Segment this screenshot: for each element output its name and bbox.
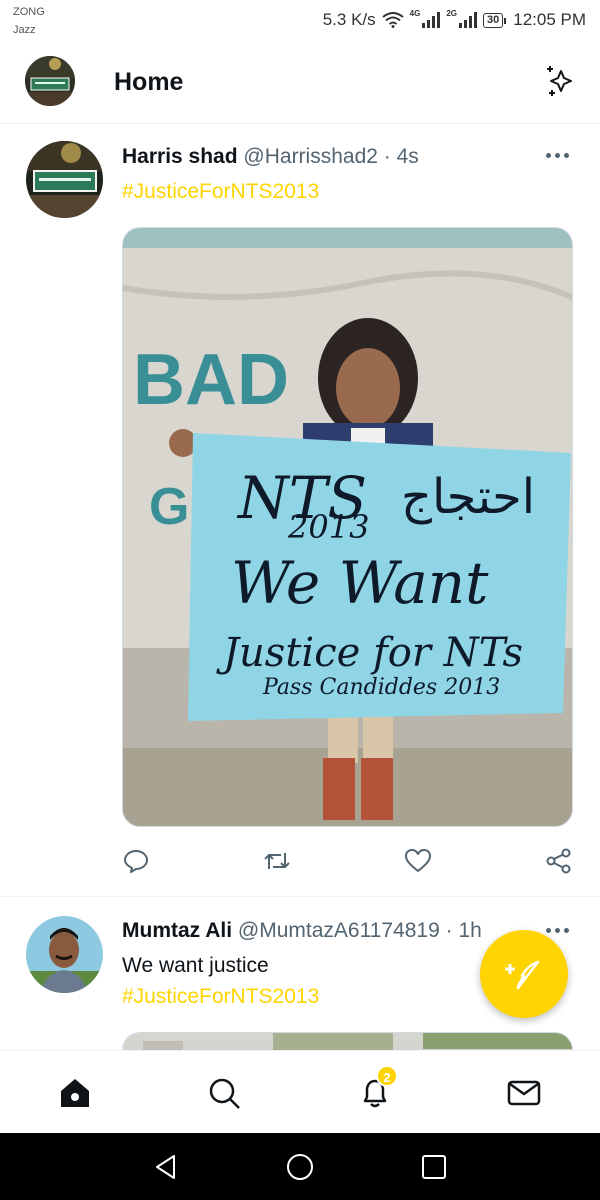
tweet-actions (122, 847, 573, 877)
search-icon[interactable] (206, 1075, 242, 1111)
tweet-time: 1h (458, 919, 482, 942)
recents-icon[interactable] (420, 1153, 448, 1181)
wall-text-2: G (149, 478, 189, 536)
home-icon[interactable] (57, 1075, 93, 1111)
reply-icon[interactable] (122, 847, 150, 875)
carrier-secondary: Jazz (13, 24, 36, 36)
feather-plus-icon (505, 960, 540, 990)
clock: 12:05 PM (513, 10, 586, 29)
more-icon[interactable] (546, 928, 570, 936)
top-app-bar: Home (0, 44, 600, 124)
wifi-icon (382, 12, 404, 28)
tweet[interactable]: Harris shad @Harrisshad2 · 4s #JusticeFo… (0, 125, 600, 897)
sign-text-year: 2013 (287, 508, 369, 546)
signal-icon-2 (458, 12, 477, 28)
sign-text-candidates: Pass Candiddes 2013 (262, 675, 500, 700)
messages-icon[interactable] (506, 1075, 542, 1111)
author-name[interactable]: Harris shad (122, 145, 238, 168)
avatar[interactable] (26, 916, 103, 993)
tweet-media[interactable]: BAD G NTS احتجاج 2013 We Want Justice fo… (122, 227, 573, 827)
network-type-2: 2G (446, 8, 457, 18)
compose-tweet-button[interactable] (480, 930, 568, 1018)
author-name[interactable]: Mumtaz Ali (122, 919, 232, 942)
tweet-media[interactable] (122, 1032, 573, 1050)
sign-text-urdu: احتجاج (401, 469, 535, 525)
separator: · (383, 145, 391, 168)
hashtag-link[interactable]: #JusticeForNTS2013 (122, 180, 319, 204)
profile-avatar[interactable] (25, 56, 75, 106)
carrier-primary: ZONG (13, 6, 45, 18)
tweet-time: 4s (396, 145, 419, 168)
bottom-navigation: 2 (0, 1050, 600, 1133)
more-icon[interactable] (546, 153, 570, 161)
tweet-header: Mumtaz Ali @MumtazA61174819 · 1h (122, 919, 540, 943)
tweet-header: Harris shad @Harrisshad2 · 4s (122, 145, 540, 169)
sign-text-justice: Justice for NTs (216, 630, 523, 676)
page-title: Home (114, 68, 184, 96)
author-handle[interactable]: @Harrisshad2 (243, 145, 378, 168)
tweet-text: We want justice (122, 954, 269, 977)
status-bar: ZONG Jazz 5.3 K/s 4G 2G 30 12:05 PM (0, 0, 600, 44)
back-icon[interactable] (152, 1153, 180, 1181)
separator: · (445, 919, 453, 942)
retweet-icon[interactable] (263, 847, 291, 875)
network-speed: 5.3 K/s (322, 10, 376, 29)
sparkle-icon[interactable] (544, 64, 578, 98)
system-navigation-bar (0, 1133, 600, 1200)
avatar[interactable] (26, 141, 103, 218)
signal-icon (422, 12, 441, 28)
like-icon[interactable] (404, 847, 432, 875)
author-handle[interactable]: @MumtazA61174819 (238, 919, 440, 942)
wall-text: BAD (133, 340, 289, 420)
notification-badge: 2 (376, 1065, 398, 1087)
home-button-icon[interactable] (286, 1153, 314, 1181)
share-icon[interactable] (545, 847, 573, 875)
hashtag-link[interactable]: #JusticeForNTS2013 (122, 985, 319, 1009)
network-type-1: 4G (409, 8, 421, 18)
sign-text-we-want: We Want (231, 549, 489, 617)
battery-icon: 30 (482, 12, 507, 28)
status-indicators: 5.3 K/s 4G 2G 30 12:05 PM (322, 8, 586, 30)
